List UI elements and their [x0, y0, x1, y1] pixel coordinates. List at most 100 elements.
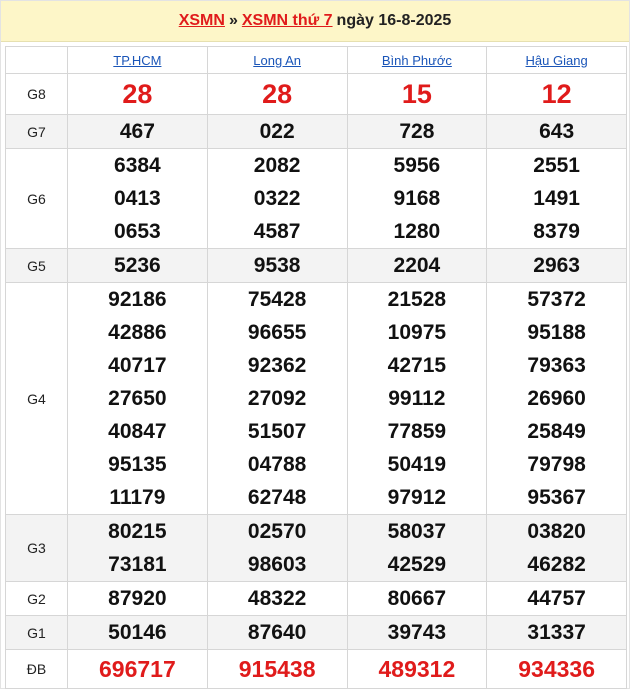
prize-number: 934336: [518, 655, 595, 682]
province-link-long-an[interactable]: Long An: [253, 53, 301, 68]
prize-row-g2: G2 87920 48322 80667 44757: [5, 581, 627, 616]
prize-number: 11179: [109, 486, 166, 509]
prize-number: 2551: [533, 154, 580, 177]
breadcrumb-separator: »: [228, 12, 238, 29]
prize-number: 51507: [247, 420, 307, 443]
prize-cell: 15: [346, 73, 488, 115]
prize-number: 80215: [108, 520, 167, 543]
prize-number: 50419: [387, 453, 447, 476]
prize-number: 58037: [387, 520, 447, 543]
prize-cell: 80215 73181: [67, 514, 208, 582]
prize-label: G2: [5, 581, 68, 616]
prize-number: 42529: [387, 553, 447, 576]
prize-number: 87920: [108, 587, 167, 610]
prize-row-g5: G5 5236 9538 2204 2963: [5, 248, 627, 283]
prize-label: G4: [5, 282, 68, 515]
prize-cell: 44757: [486, 581, 627, 616]
prize-number: 40717: [108, 354, 167, 377]
prize-number: 48322: [247, 587, 307, 610]
prize-number: 2082: [253, 154, 301, 177]
prize-cell: 2551 1491 8379: [486, 148, 627, 249]
prize-cell: 58037 42529: [346, 514, 488, 582]
prize-cell: 02570 98603: [206, 514, 348, 582]
prize-number: 79798: [527, 453, 586, 476]
prize-label: G7: [5, 114, 68, 149]
prize-number: 1280: [393, 220, 441, 243]
prize-number: 9168: [393, 187, 441, 210]
province-header: TP.HCM: [67, 46, 208, 74]
prize-number: 95135: [108, 453, 167, 476]
prize-cell: 934336: [486, 649, 627, 689]
prize-row-g1: G1 50146 87640 39743 31337: [5, 615, 627, 650]
prize-number: 022: [259, 120, 295, 143]
prize-number: 87640: [247, 621, 307, 644]
prize-number: 95367: [527, 486, 586, 509]
xsmn-saturday-link[interactable]: XSMN thứ 7: [242, 12, 333, 30]
prize-cell: 57372 95188 79363 26960 25849 79798 95367: [486, 282, 627, 515]
prize-row-g4: G4 92186 42886 40717 27650 40847 95135 11179 754…: [5, 282, 627, 515]
prize-number: 2204: [393, 254, 441, 277]
prize-cell: 87640: [206, 615, 348, 650]
prize-number: 10975: [387, 321, 447, 344]
prize-number: 27650: [108, 387, 167, 410]
prize-number: 4587: [253, 220, 301, 243]
prize-number: 42715: [387, 354, 447, 377]
prize-cell: 50146: [67, 615, 208, 650]
prize-number: 2963: [533, 254, 580, 277]
province-link-tphcm[interactable]: TP.HCM: [113, 53, 161, 68]
prize-row-g6: G6 6384 0413 0653 2082 0322 4587 5956 9168 1280 25…: [5, 148, 627, 249]
prize-row-g3: G3 80215 73181 02570 98603 58037 42529 03820 462…: [5, 514, 627, 582]
prize-number: 643: [539, 120, 575, 143]
prize-number: 92186: [108, 288, 167, 311]
prize-cell: 80667: [346, 581, 488, 616]
prize-cell: 28: [67, 73, 208, 115]
prize-number: 0413: [114, 187, 161, 210]
prize-cell: 728: [346, 114, 488, 149]
prize-number: 79363: [527, 354, 586, 377]
prize-number: 46282: [527, 553, 586, 576]
prize-cell: 31337: [486, 615, 627, 650]
prize-cell: 489312: [346, 649, 488, 689]
prize-cell: 6384 0413 0653: [67, 148, 208, 249]
province-link-hau-giang[interactable]: Hậu Giang: [526, 53, 588, 68]
prize-number: 77859: [387, 420, 447, 443]
prize-cell: 21528 10975 42715 99112 77859 50419 97912: [346, 282, 488, 515]
prize-row-g7: G7 467 022 728 643: [5, 114, 627, 149]
prize-row-g8: G8 28 28 15 12: [5, 73, 627, 115]
province-header: Bình Phước: [346, 46, 488, 74]
prize-cell: 696717: [67, 649, 208, 689]
prize-number: 696717: [99, 655, 176, 682]
prize-number: 80667: [387, 587, 447, 610]
xsmn-link[interactable]: XSMN: [179, 12, 225, 30]
prize-number: 92362: [247, 354, 307, 377]
prize-cell: 2204: [346, 248, 488, 283]
province-header-row: TP.HCM Long An Bình Phước Hậu Giang: [5, 46, 627, 74]
prize-number: 39743: [387, 621, 447, 644]
prize-number: 28: [262, 78, 293, 109]
province-header: Hậu Giang: [486, 46, 627, 74]
prize-number: 03820: [527, 520, 586, 543]
prize-number: 0322: [253, 187, 301, 210]
prize-number: 97912: [387, 486, 447, 509]
prize-cell: 28: [206, 73, 348, 115]
prize-number: 04788: [247, 453, 307, 476]
prize-number: 467: [119, 120, 155, 143]
prize-number: 6384: [114, 154, 161, 177]
province-link-binh-phuoc[interactable]: Bình Phước: [382, 53, 452, 68]
results-table: TP.HCM Long An Bình Phước Hậu Giang G8 28…: [5, 46, 627, 689]
prize-number: 27092: [247, 387, 307, 410]
prize-number: 489312: [378, 655, 456, 682]
results-panel: XSMN » XSMN thứ 7 ngày 16-8-2025 TP.HCM …: [0, 0, 630, 689]
prize-cell: 12: [486, 73, 627, 115]
prize-cell: 9538: [206, 248, 348, 283]
prize-label: ĐB: [5, 649, 68, 689]
prize-number: 75428: [247, 288, 307, 311]
prize-label: G6: [5, 148, 68, 249]
prize-number: 95188: [527, 321, 586, 344]
prize-cell: 87920: [67, 581, 208, 616]
prize-number: 50146: [108, 621, 167, 644]
prize-number: 31337: [527, 621, 586, 644]
prize-row-db: ĐB 696717 915438 489312 934336: [5, 649, 627, 689]
prize-cell: 03820 46282: [486, 514, 627, 582]
prize-label: G5: [5, 248, 68, 283]
